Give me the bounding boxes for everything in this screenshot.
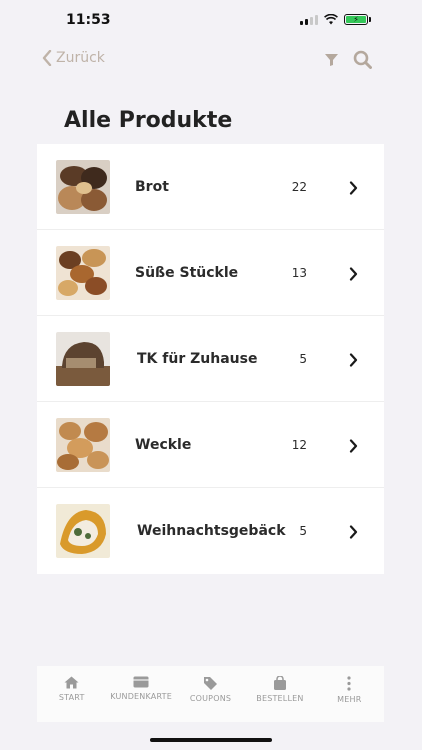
back-label: Zurück [56,50,105,66]
category-count: 5 [299,524,307,538]
category-row-tk-fuer-zuhause[interactable]: TK für Zuhause 5 [37,316,384,402]
more-icon [347,676,351,691]
category-row-brot[interactable]: Brot 22 [37,144,384,230]
card-icon [133,676,149,688]
category-image-brot [56,160,110,214]
tab-kundenkarte[interactable]: KUNDENKARTE [106,666,175,722]
home-indicator [150,738,272,742]
category-image-tk-fuer-zuhause [56,332,110,386]
status-time: 11:53 [66,12,111,28]
category-row-weihnachtsgebaeck[interactable]: Weihnachtsgebäck 5 [37,488,384,574]
chevron-right-icon [349,439,358,453]
wifi-icon [324,14,338,25]
page-title: Alle Produkte [64,108,233,133]
chevron-right-icon [349,267,358,281]
tab-coupons[interactable]: COUPONS [176,666,245,722]
tab-label: MEHR [337,695,362,704]
category-name: Weckle [135,437,192,453]
search-icon[interactable] [353,50,372,69]
category-name: Weihnachtsgebäck [137,523,286,539]
status-bar: 11:53 ⚡ [0,0,422,44]
chevron-right-icon [349,525,358,539]
category-name: Süße Stückle [135,265,239,281]
tab-bestellen[interactable]: BESTELLEN [245,666,314,722]
tab-label: BESTELLEN [256,694,304,703]
status-icons: ⚡ [300,14,371,25]
chevron-right-icon [349,353,358,367]
bag-icon [273,676,286,690]
nav-bar: Zurück [0,46,422,78]
category-row-suesse-stueckle[interactable]: Süße Stückle 13 [37,230,384,316]
category-image-weihnachtsgebaeck [56,504,110,558]
tab-mehr[interactable]: MEHR [315,666,384,722]
battery-icon: ⚡ [344,14,371,25]
category-count: 12 [291,438,307,452]
tab-bar: START KUNDENKARTE COUPONS BESTELLEN MEHR [37,666,384,722]
category-list: Brot 22 Süße Stückle 13 TK für Zuhause 5… [37,144,384,574]
category-image-weckle [56,418,110,472]
category-count: 5 [299,352,307,366]
category-row-weckle[interactable]: Weckle 12 [37,402,384,488]
chevron-left-icon [42,50,52,66]
tab-start[interactable]: START [37,666,106,722]
signal-icon [300,14,318,25]
home-icon [64,676,79,689]
tab-label: COUPONS [189,694,232,703]
chevron-right-icon [349,181,358,195]
category-count: 22 [291,180,307,194]
tab-label: START [58,693,85,702]
back-button[interactable]: Zurück [42,50,105,66]
tab-label: KUNDENKARTE [110,692,172,701]
category-name: Brot [135,179,169,195]
category-name: TK für Zuhause [137,351,258,367]
category-image-suesse-stueckle [56,246,110,300]
tag-icon [204,677,218,690]
filter-icon[interactable] [324,52,339,67]
category-count: 13 [291,266,307,280]
